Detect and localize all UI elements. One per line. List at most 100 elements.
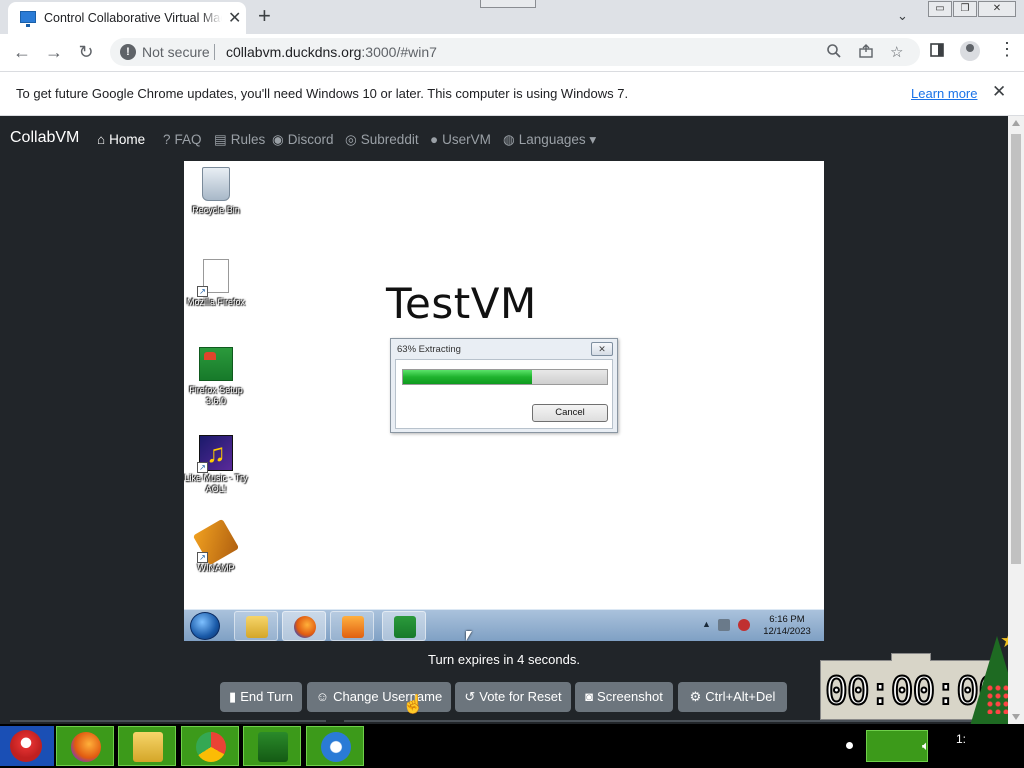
nav-subreddit-label: Subreddit bbox=[360, 132, 419, 147]
nav-uservm-label: UserVM bbox=[442, 132, 491, 147]
tab-close-icon[interactable]: ✕ bbox=[228, 8, 241, 28]
nav-home-label: Home bbox=[109, 132, 146, 147]
nav-discord[interactable]: ◉ Discord bbox=[272, 132, 334, 148]
window-drag-handle[interactable] bbox=[480, 0, 536, 8]
learn-more-link[interactable]: Learn more bbox=[911, 86, 977, 101]
address-bar[interactable]: ! Not secure c0llabvm.duckdns.org:3000/#… bbox=[110, 38, 920, 66]
back-button[interactable]: ← bbox=[10, 40, 34, 64]
desktop-icon-firefox-setup[interactable]: Firefox Setup 3.6.0 bbox=[184, 347, 251, 407]
screenshot-button[interactable]: ◙ Screenshot bbox=[575, 682, 673, 712]
nav-discord-label: Discord bbox=[287, 132, 334, 147]
dialog-title: 63% Extracting bbox=[397, 344, 461, 355]
installer-icon bbox=[394, 616, 416, 638]
vote-reset-button[interactable]: ↺ Vote for Reset bbox=[455, 682, 571, 712]
page-scrollbar[interactable] bbox=[1008, 116, 1024, 724]
host-taskbar-tree-app[interactable] bbox=[243, 726, 301, 766]
nav-home[interactable]: ⌂ Home bbox=[97, 132, 145, 147]
change-username-button[interactable]: ☺ Change Username bbox=[307, 682, 451, 712]
vm-screen[interactable]: Recycle Bin ↗ Mozilla Firefox Firefox Se… bbox=[184, 161, 824, 641]
scroll-down-arrow-icon[interactable] bbox=[1012, 714, 1020, 720]
app-icon bbox=[321, 732, 351, 762]
url-path: :3000/#win7 bbox=[361, 44, 437, 60]
nav-rules[interactable]: ▤ Rules bbox=[214, 132, 265, 148]
volume-muted-icon[interactable] bbox=[738, 619, 750, 631]
nav-uservm[interactable]: ● UserVM bbox=[430, 132, 491, 147]
nav-subreddit[interactable]: ◎ Subreddit bbox=[345, 132, 419, 148]
host-start-button[interactable] bbox=[0, 726, 54, 766]
shortcut-arrow-icon: ↗ bbox=[197, 552, 208, 563]
taskbar-firefox-setup[interactable] bbox=[382, 611, 426, 641]
minimize-button[interactable]: ▭ bbox=[928, 1, 952, 17]
discord-icon: ◉ bbox=[272, 132, 284, 147]
dialog-close-button[interactable]: ✕ bbox=[591, 342, 613, 356]
start-orb-icon[interactable] bbox=[190, 612, 220, 640]
taskbar-media-player[interactable] bbox=[330, 611, 374, 641]
scroll-up-arrow-icon[interactable] bbox=[1012, 120, 1020, 126]
desktop-icon-like-music[interactable]: ♫ ↗ Like Music - Try AOL! bbox=[184, 435, 251, 495]
vm-clock[interactable]: 6:16 PM 12/14/2023 bbox=[756, 614, 818, 638]
host-taskbar-app[interactable] bbox=[306, 726, 364, 766]
url-text[interactable]: c0llabvm.duckdns.org:3000/#win7 bbox=[226, 44, 437, 60]
bookmark-star-icon[interactable]: ☆ bbox=[890, 43, 903, 61]
collabvm-page: CollabVM ⌂ Home ? FAQ ▤ Rules ◉ Discord ◎ Sub… bbox=[0, 116, 1024, 726]
desktop-icon-label: WINAMP bbox=[197, 563, 235, 573]
reload-button[interactable]: ↻ bbox=[74, 40, 98, 64]
action-center-icon[interactable] bbox=[718, 619, 730, 631]
side-panel-icon[interactable] bbox=[929, 42, 945, 63]
scroll-thumb[interactable] bbox=[1011, 134, 1021, 564]
desktop-icon-firefox[interactable]: ↗ Mozilla Firefox bbox=[184, 259, 251, 308]
restore-button[interactable]: ❐ bbox=[953, 1, 977, 17]
vm-date: 12/14/2023 bbox=[763, 626, 811, 637]
not-secure-label[interactable]: Not secure bbox=[142, 44, 210, 60]
warning-icon[interactable]: ! bbox=[120, 44, 136, 60]
infobar-close-icon[interactable]: ✕ bbox=[992, 82, 1006, 102]
host-volume-icon[interactable]: 🔈︎ bbox=[922, 738, 930, 754]
change-username-label: Change Username bbox=[333, 689, 443, 704]
new-tab-button[interactable]: + bbox=[258, 3, 271, 29]
santa-icon bbox=[10, 730, 42, 762]
rules-icon: ▤ bbox=[214, 132, 227, 147]
user-icon: ● bbox=[430, 132, 439, 147]
site-brand[interactable]: CollabVM bbox=[10, 129, 79, 147]
update-infobar: To get future Google Chrome updates, you… bbox=[0, 72, 1024, 116]
share-icon[interactable] bbox=[858, 43, 874, 63]
host-taskbar-explorer[interactable] bbox=[118, 726, 176, 766]
taskbar-explorer[interactable] bbox=[234, 611, 278, 641]
chrome-menu-icon[interactable]: ⋮ bbox=[998, 39, 1016, 60]
media-player-icon bbox=[342, 616, 364, 638]
nav-languages[interactable]: ◍ Languages ▾ bbox=[503, 132, 596, 148]
desktop-icon-winamp[interactable]: ↗ WINAMP bbox=[184, 518, 251, 574]
desktop-icon-recycle-bin[interactable]: Recycle Bin bbox=[184, 167, 251, 216]
forward-button[interactable]: → bbox=[42, 40, 66, 64]
vm-mouse-cursor-icon bbox=[466, 631, 472, 641]
chrome-icon bbox=[196, 732, 226, 762]
users-divider bbox=[344, 720, 1004, 722]
cancel-button[interactable]: Cancel bbox=[532, 404, 608, 422]
host-tray-icons[interactable] bbox=[866, 730, 928, 762]
globe-icon: ◍ bbox=[503, 132, 515, 147]
host-taskbar-chrome[interactable] bbox=[181, 726, 239, 766]
end-turn-button[interactable]: ▮ End Turn bbox=[220, 682, 302, 712]
recycle-bin-icon bbox=[202, 167, 230, 201]
zoom-icon[interactable] bbox=[826, 43, 842, 63]
ctrl-alt-del-label: Ctrl+Alt+Del bbox=[705, 689, 776, 704]
tab-search-icon[interactable]: ⌄ bbox=[897, 8, 908, 24]
nav-faq[interactable]: ? FAQ bbox=[163, 132, 202, 147]
show-hidden-icons[interactable]: ▲ bbox=[702, 619, 711, 629]
reddit-icon: ◎ bbox=[345, 132, 357, 147]
taskbar-firefox[interactable] bbox=[282, 611, 326, 641]
browser-tab[interactable]: Control Collaborative Virtual Machine ✕ bbox=[8, 2, 246, 34]
desktop-icon-label: Mozilla Firefox bbox=[186, 297, 245, 307]
screenshot-label: Screenshot bbox=[597, 689, 663, 704]
desktop-icon-label: Like Music - Try AOL! bbox=[184, 473, 248, 494]
close-window-button[interactable]: ✕ bbox=[978, 1, 1016, 17]
firefox-icon bbox=[71, 732, 101, 762]
profile-avatar[interactable] bbox=[960, 41, 980, 61]
desktop-icon-label: Firefox Setup 3.6.0 bbox=[189, 385, 243, 406]
infobar-message: To get future Google Chrome updates, you… bbox=[16, 86, 629, 101]
ctrl-alt-del-button[interactable]: ⚙ Ctrl+Alt+Del bbox=[678, 682, 787, 712]
host-clock[interactable]: 1: bbox=[956, 732, 966, 746]
host-taskbar-firefox[interactable] bbox=[56, 726, 114, 766]
browser-toolbar: ← → ↻ ! Not secure c0llabvm.duckdns.org:… bbox=[0, 34, 1024, 72]
folder-icon bbox=[246, 616, 268, 638]
